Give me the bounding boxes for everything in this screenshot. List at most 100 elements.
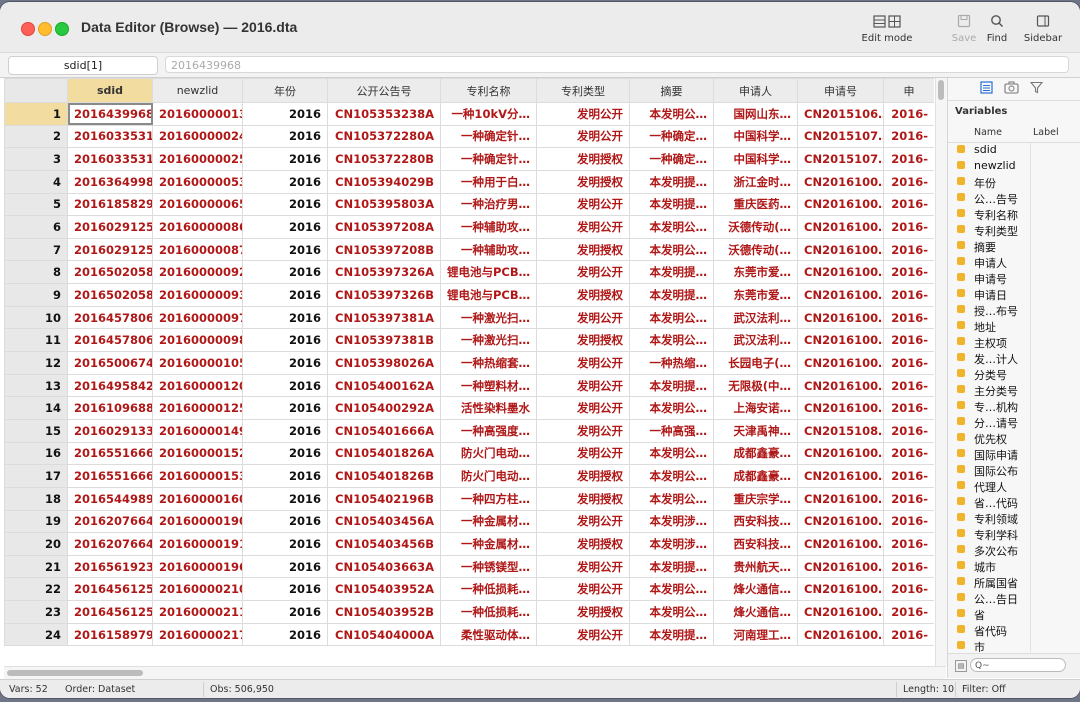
table-cell[interactable]: 2016: [242, 486, 328, 511]
variable-checkbox[interactable]: [957, 497, 965, 505]
table-cell[interactable]: 本发明公…: [629, 328, 714, 353]
table-cell[interactable]: 2016: [242, 396, 328, 420]
variable-checkbox[interactable]: [957, 433, 965, 441]
table-cell[interactable]: 2016-: [883, 509, 934, 534]
variable-item[interactable]: 申请人: [948, 254, 1080, 270]
row-number[interactable]: 5: [4, 192, 68, 217]
variable-item[interactable]: 申请号: [948, 270, 1080, 286]
table-cell[interactable]: 重庆医药…: [713, 192, 798, 217]
table-cell[interactable]: 发明授权: [536, 600, 630, 624]
data-grid[interactable]: sdid newzlid 年份 公开公告号 专利名称 专利类型 摘要 申请人 申请号申 1 201…: [4, 78, 934, 666]
table-cell[interactable]: 本发明公…: [629, 600, 714, 624]
horizontal-scrollbar[interactable]: [4, 666, 946, 679]
table-cell[interactable]: 国网山东…: [713, 102, 798, 126]
table-cell[interactable]: CN105402196B: [327, 486, 441, 511]
table-cell[interactable]: 2016502058: [67, 283, 153, 307]
name-column-header[interactable]: Name: [974, 127, 1002, 138]
find-button[interactable]: Find: [983, 14, 1011, 44]
table-cell[interactable]: 20160000105: [152, 351, 243, 375]
table-cell[interactable]: 西安科技…: [713, 509, 798, 534]
table-cell[interactable]: 2016456125: [67, 600, 153, 624]
table-cell[interactable]: 2016-: [883, 283, 934, 307]
table-cell[interactable]: CN2016100…: [797, 192, 884, 217]
table-cell[interactable]: CN105397208B: [327, 237, 441, 262]
column-header[interactable]: sdid: [67, 78, 153, 103]
table-cell[interactable]: 2016-: [883, 464, 934, 488]
variable-checkbox[interactable]: [957, 417, 965, 425]
variable-item[interactable]: 多次公布: [948, 542, 1080, 558]
table-cell[interactable]: 西安科技…: [713, 532, 798, 556]
variable-checkbox[interactable]: [957, 577, 965, 585]
table-cell[interactable]: 2016457806: [67, 328, 153, 353]
table-cell[interactable]: 2016033531: [67, 147, 153, 171]
table-cell[interactable]: CN2016100…: [797, 237, 884, 262]
variable-checkbox[interactable]: [957, 529, 965, 537]
table-cell[interactable]: 2016109688: [67, 396, 153, 420]
variable-item[interactable]: 公…告日: [948, 590, 1080, 606]
column-header[interactable]: 年份: [242, 78, 328, 103]
table-cell[interactable]: 发明公开: [536, 554, 630, 579]
table-cell[interactable]: 20160000211: [152, 600, 243, 624]
table-cell[interactable]: 中国科学…: [713, 124, 798, 149]
table-cell[interactable]: 20160000210: [152, 577, 243, 602]
table-cell[interactable]: 2016: [242, 418, 328, 443]
table-cell[interactable]: 2016185829: [67, 192, 153, 217]
row-number[interactable]: 22: [4, 577, 68, 602]
variable-checkbox[interactable]: [957, 273, 965, 281]
row-number[interactable]: 14: [4, 396, 68, 420]
table-cell[interactable]: 锂电池与PCB…: [440, 260, 537, 285]
variable-checkbox[interactable]: [957, 257, 965, 265]
table-cell[interactable]: 一种高强度…: [440, 418, 537, 443]
table-cell[interactable]: 本发明提…: [629, 373, 714, 398]
table-cell[interactable]: CN2016100…: [797, 509, 884, 534]
close-window-button[interactable]: [21, 22, 35, 36]
table-cell[interactable]: 一种四方柱…: [440, 486, 537, 511]
row-number[interactable]: 10: [4, 305, 68, 330]
variable-item[interactable]: 专利类型: [948, 222, 1080, 238]
table-cell[interactable]: 20160000152: [152, 441, 243, 466]
variable-checkbox[interactable]: [957, 449, 965, 457]
table-cell[interactable]: CN2016100…: [797, 305, 884, 330]
variable-checkbox[interactable]: [957, 305, 965, 313]
table-cell[interactable]: 贵州航天…: [713, 554, 798, 579]
table-cell[interactable]: CN105403663A: [327, 554, 441, 579]
table-cell[interactable]: 2016-: [883, 102, 934, 126]
table-cell[interactable]: CN105401666A: [327, 418, 441, 443]
table-cell[interactable]: 2016207664: [67, 532, 153, 556]
table-cell[interactable]: 2016029125: [67, 215, 153, 239]
table-cell[interactable]: CN2016100…: [797, 486, 884, 511]
table-cell[interactable]: 河南理工…: [713, 622, 798, 647]
variable-checkbox[interactable]: [957, 161, 965, 169]
table-cell[interactable]: CN105404000A: [327, 622, 441, 647]
row-number[interactable]: 12: [4, 351, 68, 375]
table-cell[interactable]: 柔性驱动体…: [440, 622, 537, 647]
table-cell[interactable]: 锂电池与PCB…: [440, 283, 537, 307]
table-cell[interactable]: 2016-: [883, 622, 934, 647]
table-cell[interactable]: 2016502058: [67, 260, 153, 285]
table-cell[interactable]: 20160000087: [152, 237, 243, 262]
table-cell[interactable]: CN2016100…: [797, 600, 884, 624]
table-cell[interactable]: 2016-: [883, 305, 934, 330]
table-cell[interactable]: 20160000149: [152, 418, 243, 443]
table-cell[interactable]: 沃德传动(…: [713, 237, 798, 262]
variable-item[interactable]: 专利学科: [948, 526, 1080, 542]
table-cell[interactable]: CN105397381B: [327, 328, 441, 353]
table-cell[interactable]: 武汉法利…: [713, 328, 798, 353]
table-cell[interactable]: 2016: [242, 237, 328, 262]
table-cell[interactable]: 一种确定针…: [440, 147, 537, 171]
table-cell[interactable]: 一种金属材…: [440, 532, 537, 556]
table-cell[interactable]: 2016-: [883, 169, 934, 194]
table-cell[interactable]: 发明公开: [536, 509, 630, 534]
table-cell[interactable]: CN105397326B: [327, 283, 441, 307]
table-cell[interactable]: 2016-: [883, 192, 934, 217]
table-cell[interactable]: CN2015108…: [797, 418, 884, 443]
table-cell[interactable]: 2016: [242, 373, 328, 398]
table-cell[interactable]: 发明公开: [536, 418, 630, 443]
table-cell[interactable]: 本发明公…: [629, 441, 714, 466]
column-header[interactable]: 申: [883, 78, 934, 103]
table-cell[interactable]: 发明授权: [536, 169, 630, 194]
minimize-window-button[interactable]: [38, 22, 52, 36]
variable-item[interactable]: sdid: [948, 142, 1080, 158]
table-cell[interactable]: 2016: [242, 305, 328, 330]
table-cell[interactable]: CN2016100…: [797, 351, 884, 375]
